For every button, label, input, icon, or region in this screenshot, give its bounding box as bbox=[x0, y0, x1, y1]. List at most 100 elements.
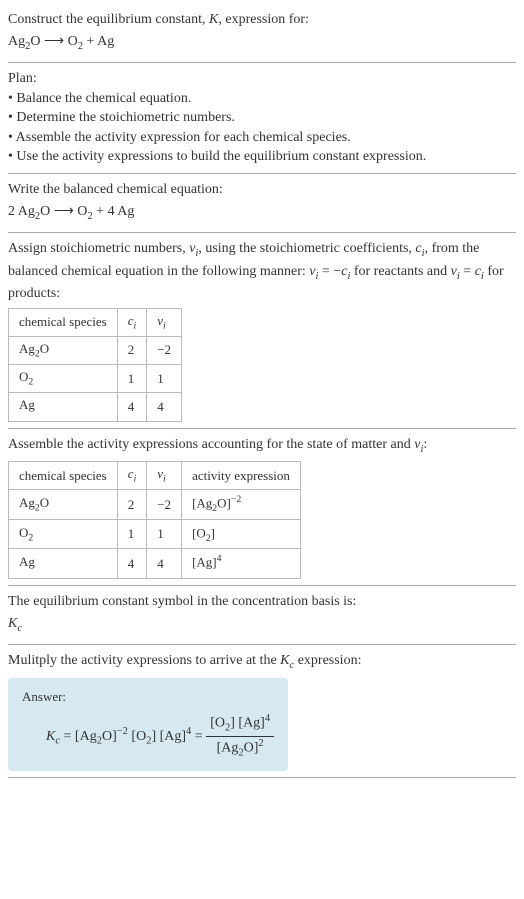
superscript: −2 bbox=[231, 494, 241, 505]
K: K bbox=[8, 616, 17, 631]
answer-box: Answer: Kc = [Ag2O]−2 [O2] [Ag]4 = [O2] … bbox=[8, 678, 288, 771]
cell-c: 2 bbox=[117, 336, 147, 364]
text: expression: bbox=[294, 653, 361, 668]
species: O bbox=[30, 34, 40, 49]
stoich-block: Assign stoichiometric numbers, νi , using… bbox=[8, 233, 516, 429]
text: O bbox=[19, 525, 28, 540]
arrow-icon: ⟶ bbox=[50, 204, 77, 219]
text: : bbox=[423, 437, 427, 452]
col-activity: activity expression bbox=[182, 462, 301, 490]
cell-c: 4 bbox=[117, 393, 147, 421]
stoich-table: chemical species ci νi Ag2O 2 −2 O2 1 1 … bbox=[8, 308, 182, 422]
species: Ag bbox=[8, 34, 25, 49]
cell-nu: 4 bbox=[147, 393, 182, 421]
table-row: Ag 4 4 [Ag]4 bbox=[9, 549, 301, 579]
text: [O bbox=[192, 525, 206, 540]
text: [O bbox=[210, 715, 225, 730]
cell-species: Ag bbox=[9, 549, 118, 579]
col-species: chemical species bbox=[9, 308, 118, 336]
unbalanced-equation: Ag2O ⟶ O2 + Ag bbox=[8, 32, 516, 54]
sub-i: i bbox=[163, 320, 166, 331]
cell-c: 1 bbox=[117, 365, 147, 393]
superscript: 2 bbox=[258, 738, 263, 749]
text: [O bbox=[131, 729, 146, 744]
superscript: −2 bbox=[117, 726, 128, 737]
text: O bbox=[40, 495, 49, 510]
cell-species: Ag2O bbox=[9, 336, 118, 364]
cell-c: 2 bbox=[117, 490, 147, 520]
text: , using the stoichiometric coefficients, bbox=[198, 241, 415, 256]
answer-label: Answer: bbox=[22, 688, 274, 706]
cell-c: 4 bbox=[117, 549, 147, 579]
table-row: O2 1 1 [O2] bbox=[9, 519, 301, 549]
text: O] bbox=[217, 496, 231, 511]
species: O bbox=[68, 34, 78, 49]
sub-i: i bbox=[134, 474, 137, 485]
cell-nu: 4 bbox=[147, 549, 182, 579]
question-line: Construct the equilibrium constant, K, e… bbox=[8, 10, 516, 30]
question-block: Construct the equilibrium constant, K, e… bbox=[8, 4, 516, 63]
text: O bbox=[19, 369, 28, 384]
plan-block: Plan: • Balance the chemical equation. •… bbox=[8, 63, 516, 174]
subscript: 2 bbox=[28, 532, 33, 543]
cell-species: Ag2O bbox=[9, 490, 118, 520]
text: Assemble the activity expressions accoun… bbox=[8, 437, 414, 452]
activity-table: chemical species ci νi activity expressi… bbox=[8, 461, 301, 579]
K-symbol: K bbox=[209, 12, 218, 27]
superscript: 4 bbox=[265, 713, 270, 724]
text: [Ag bbox=[75, 729, 97, 744]
text: [Ag bbox=[192, 496, 212, 511]
text: = − bbox=[318, 264, 341, 279]
col-species: chemical species bbox=[9, 462, 118, 490]
cell-nu: −2 bbox=[147, 490, 182, 520]
text: [Ag bbox=[217, 741, 239, 756]
col-nu: νi bbox=[147, 308, 182, 336]
text: = bbox=[460, 264, 475, 279]
plan-bullet: • Assemble the activity expression for e… bbox=[8, 128, 516, 148]
cell-activity: [Ag2O]−2 bbox=[182, 490, 301, 520]
text: [Ag] bbox=[192, 555, 217, 570]
subscript: 2 bbox=[28, 377, 33, 388]
activity-intro: Assemble the activity expressions accoun… bbox=[8, 435, 516, 457]
balanced-block: Write the balanced chemical equation: 2 … bbox=[8, 174, 516, 233]
equals: = bbox=[60, 729, 75, 744]
balanced-title: Write the balanced chemical equation: bbox=[8, 180, 516, 200]
text: for reactants and bbox=[350, 264, 450, 279]
numerator: [O2] [Ag]4 bbox=[206, 712, 274, 737]
plan-bullet: • Balance the chemical equation. bbox=[8, 89, 516, 109]
question-text: Construct the equilibrium constant, bbox=[8, 12, 209, 27]
plus: + bbox=[93, 204, 108, 219]
cell-activity: [O2] bbox=[182, 519, 301, 549]
sub-i: i bbox=[163, 474, 166, 485]
species: O bbox=[40, 204, 50, 219]
cell-nu: −2 bbox=[147, 336, 182, 364]
table-header-row: chemical species ci νi bbox=[9, 308, 182, 336]
plan-title: Plan: bbox=[8, 69, 516, 89]
cell-species: O2 bbox=[9, 519, 118, 549]
text: O] bbox=[102, 729, 117, 744]
table-header-row: chemical species ci νi activity expressi… bbox=[9, 462, 301, 490]
symbol-line: The equilibrium constant symbol in the c… bbox=[8, 592, 516, 612]
sub-i: i bbox=[134, 320, 137, 331]
species: Ag bbox=[97, 34, 114, 49]
cell-species: O2 bbox=[9, 365, 118, 393]
table-row: O2 1 1 bbox=[9, 365, 182, 393]
table-row: Ag2O 2 −2 [Ag2O]−2 bbox=[9, 490, 301, 520]
balanced-equation: 2 Ag2O ⟶ O2 + 4 Ag bbox=[8, 202, 516, 224]
plan-bullet: • Determine the stoichiometric numbers. bbox=[8, 108, 516, 128]
multiply-line: Mulitply the activity expressions to arr… bbox=[8, 651, 516, 673]
text: Mulitply the activity expressions to arr… bbox=[8, 653, 280, 668]
col-c: ci bbox=[117, 308, 147, 336]
text: Assign stoichiometric numbers, bbox=[8, 241, 189, 256]
activity-block: Assemble the activity expressions accoun… bbox=[8, 429, 516, 586]
text: Ag bbox=[19, 397, 35, 412]
cell-nu: 1 bbox=[147, 519, 182, 549]
symbol-value: Kc bbox=[8, 614, 516, 636]
text: [Ag] bbox=[235, 715, 265, 730]
text: Ag bbox=[19, 341, 35, 356]
species: 2 Ag bbox=[8, 204, 35, 219]
col-c: ci bbox=[117, 462, 147, 490]
arrow-icon: ⟶ bbox=[41, 34, 68, 49]
cell-c: 1 bbox=[117, 519, 147, 549]
text: Ag bbox=[19, 554, 35, 569]
